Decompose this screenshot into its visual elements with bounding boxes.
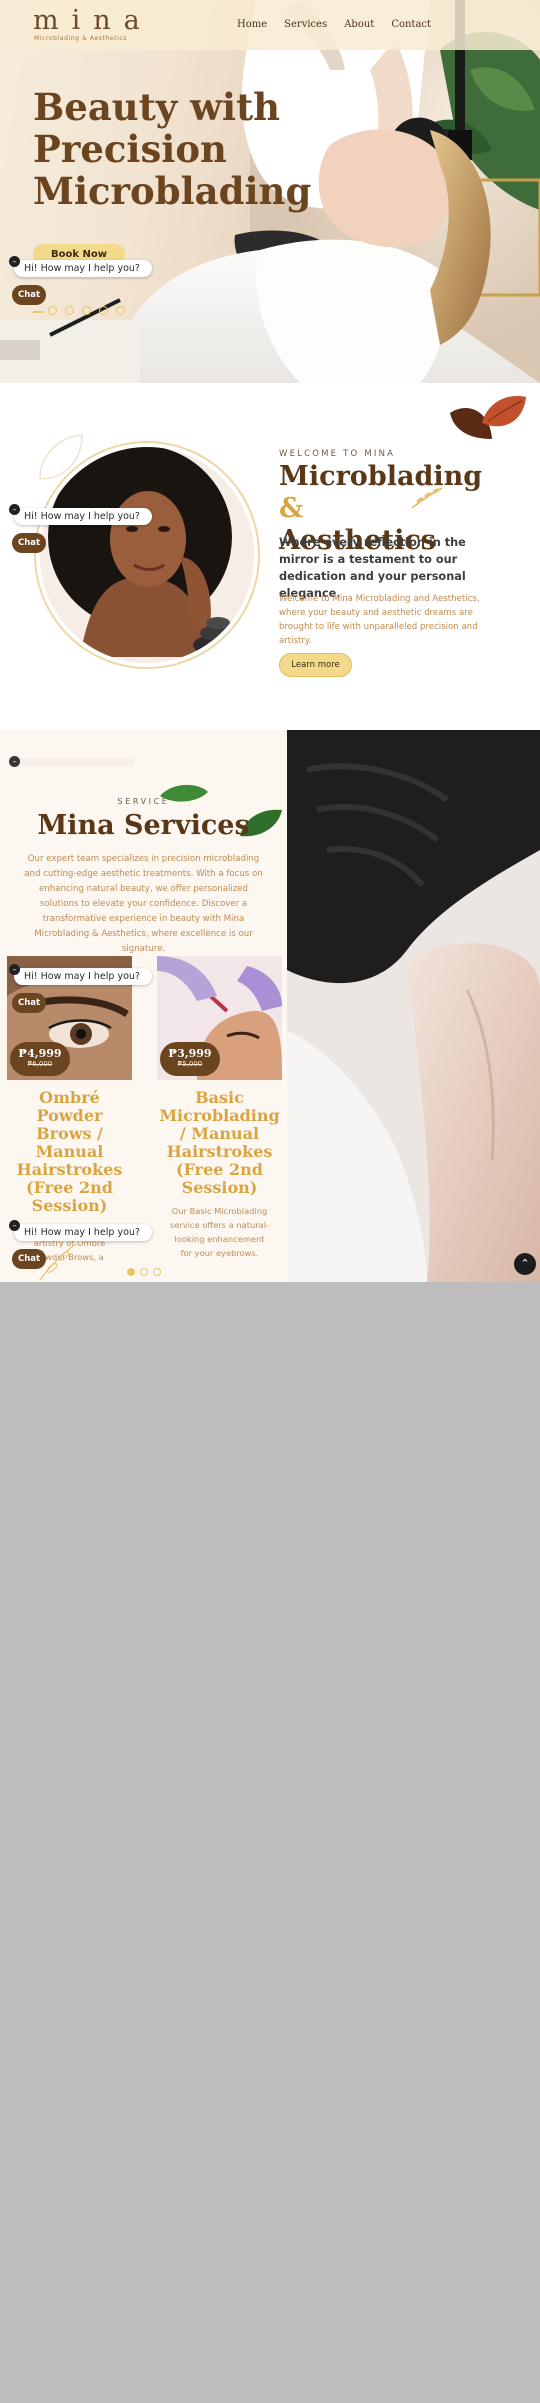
services-kicker: SERVICE xyxy=(117,797,170,806)
services-body: Our expert team specializes in precision… xyxy=(24,854,263,954)
welcome-body: Welcome to Mina Microblading and Aesthet… xyxy=(279,594,480,646)
service-title[interactable]: Basic Microblading / Manual Hairstrokes … xyxy=(157,1089,282,1197)
site-header: mina Microblading & Aesthetics Home Serv… xyxy=(0,0,540,50)
services-photo xyxy=(287,730,540,1282)
logo-wordmark: mina xyxy=(33,5,153,36)
main-nav: Home Services About Contact xyxy=(237,19,431,30)
welcome-title-amp: & xyxy=(279,493,304,524)
leaves-decoration-icon xyxy=(450,396,526,439)
chat-prompt[interactable]: Hi! How may I help you? xyxy=(14,968,152,985)
slider-dot-3[interactable] xyxy=(153,1268,161,1276)
hero-dot-4[interactable] xyxy=(99,306,108,315)
logo-tagline: Microblading & Aesthetics xyxy=(34,35,127,42)
service-image: ₱3,999 ₱5,000 xyxy=(157,956,282,1080)
hero-slider-dots xyxy=(48,306,125,315)
price-current: ₱3,999 xyxy=(168,1047,212,1060)
chat-button[interactable]: Chat xyxy=(12,285,46,305)
chat-prompt-ghost xyxy=(14,758,134,766)
chat-prompt[interactable]: Hi! How may I help you? xyxy=(14,1224,152,1241)
services-section: – SERVICE Mina Services Our expert team … xyxy=(0,730,540,1282)
service-description: Our Basic Microblading service offers a … xyxy=(170,1206,269,1258)
chat-prompt[interactable]: Hi! How may I help you? xyxy=(14,508,152,525)
welcome-title-main: Microblading xyxy=(279,461,483,492)
hero-dot-2[interactable] xyxy=(65,306,74,315)
nav-services[interactable]: Services xyxy=(284,19,327,30)
price-badge: ₱4,999 ₱6,000 xyxy=(10,1042,70,1076)
nav-contact[interactable]: Contact xyxy=(391,19,431,30)
nav-home[interactable]: Home xyxy=(237,19,267,30)
price-current: ₱4,999 xyxy=(18,1047,62,1060)
chat-button[interactable]: Chat xyxy=(12,1249,46,1269)
chat-button[interactable]: Chat xyxy=(12,533,46,553)
slider-dot-1[interactable] xyxy=(127,1268,135,1276)
chat-prompt[interactable]: Hi! How may I help you? xyxy=(14,260,152,277)
price-badge: ₱3,999 ₱5,000 xyxy=(160,1042,220,1076)
services-panel: – SERVICE Mina Services Our expert team … xyxy=(0,730,287,1282)
welcome-section: Hi! How may I help you? – Chat WELCOME T… xyxy=(0,383,540,730)
hero-title: Beauty with Precision Microblading xyxy=(33,85,312,213)
slider-dot-2[interactable] xyxy=(140,1268,148,1276)
chat-close-icon[interactable]: – xyxy=(9,756,20,767)
hero-dot-5[interactable] xyxy=(116,306,125,315)
learn-more-button[interactable]: Learn more xyxy=(279,653,352,677)
chat-close-icon[interactable]: – xyxy=(9,964,20,975)
services-title: Mina Services xyxy=(37,810,250,841)
gold-sprig-icon xyxy=(411,487,443,509)
hero-slider-line xyxy=(33,311,43,313)
hero-dot-3[interactable] xyxy=(82,306,91,315)
hero-dot-1[interactable] xyxy=(48,306,57,315)
welcome-kicker: WELCOME TO MINA xyxy=(279,449,396,459)
service-title[interactable]: Ombré Powder Brows / Manual Hairstrokes … xyxy=(7,1089,132,1215)
hero-section: mina Microblading & Aesthetics Home Serv… xyxy=(0,0,540,383)
chat-button[interactable]: Chat xyxy=(12,993,46,1013)
brand-logo[interactable]: mina Microblading & Aesthetics xyxy=(33,5,153,43)
chat-close-icon[interactable]: – xyxy=(9,504,20,515)
price-original: ₱6,000 xyxy=(27,1060,53,1068)
price-original: ₱5,000 xyxy=(177,1060,203,1068)
services-slider-dots xyxy=(127,1268,161,1276)
chat-close-icon[interactable]: – xyxy=(9,256,20,267)
back-to-top-button[interactable]: ⌃ xyxy=(514,1253,536,1275)
chat-close-icon[interactable]: – xyxy=(9,1220,20,1231)
portrait-image xyxy=(40,447,254,663)
leaf-icon xyxy=(160,784,208,802)
nav-about[interactable]: About xyxy=(344,19,374,30)
service-card[interactable]: ₱3,999 ₱5,000 Basic Microblading / Manua… xyxy=(157,956,282,1260)
